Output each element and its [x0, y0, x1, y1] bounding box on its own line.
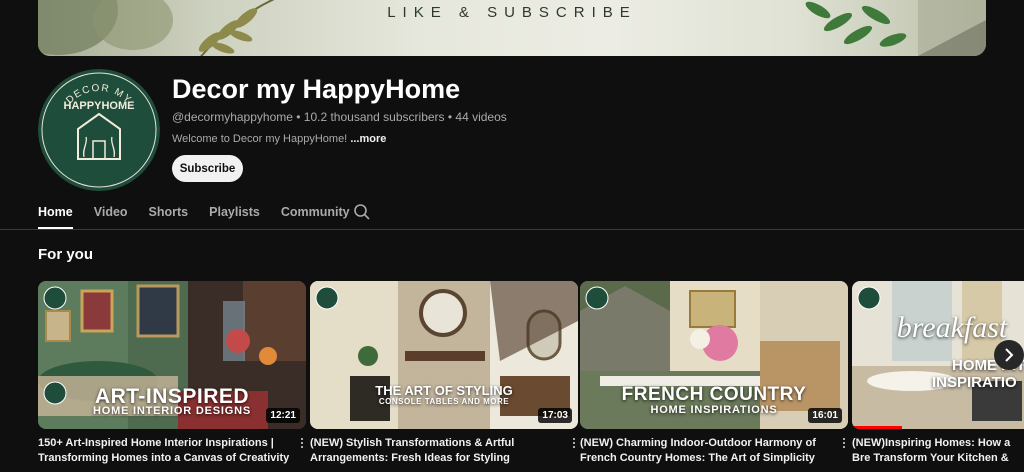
thumbnail-headline: breakfast: [896, 311, 1008, 344]
more-options-icon[interactable]: [570, 436, 578, 450]
more-link[interactable]: ...more: [350, 133, 386, 145]
more-options-icon[interactable]: [298, 436, 306, 450]
channel-name: Decor my HappyHome: [172, 74, 461, 104]
video-card[interactable]: breakfast HOME INT INSPIRATIO (NEW)Inspi…: [852, 281, 1024, 467]
channel-avatar[interactable]: DECOR MY HAPPYHOME: [38, 69, 160, 191]
carousel-next-button[interactable]: [994, 340, 1024, 370]
video-card[interactable]: ART-INSPIRED HOME INTERIOR DESIGNS 12:21…: [38, 281, 306, 467]
video-duration: 16:01: [808, 408, 842, 423]
more-options-icon[interactable]: [840, 436, 848, 450]
video-duration: 17:03: [538, 408, 572, 423]
thumbnail-subheadline: CONSOLE TABLES AND MORE: [378, 397, 510, 406]
video-thumbnail[interactable]: THE ART OF STYLING CONSOLE TABLES AND MO…: [310, 281, 578, 429]
thumbnail-headline: FRENCH COUNTRY: [621, 384, 807, 405]
svg-text:HAPPYHOME: HAPPYHOME: [64, 100, 135, 112]
video-duration: 12:21: [266, 408, 300, 423]
video-thumbnail[interactable]: ART-INSPIRED HOME INTERIOR DESIGNS 12:21: [38, 281, 306, 429]
tab-home[interactable]: Home: [38, 199, 73, 229]
channel-description[interactable]: Welcome to Decor my HappyHome! ...more: [172, 133, 386, 145]
chevron-right-icon: [1005, 348, 1014, 362]
banner-text: LIKE & SUBSCRIBE: [387, 4, 637, 21]
tab-playlists[interactable]: Playlists: [209, 199, 260, 229]
channel-banner: LIKE & SUBSCRIBE: [38, 0, 986, 56]
video-card[interactable]: FRENCH COUNTRY HOME INSPIRATIONS 16:01 (…: [580, 281, 848, 467]
section-title: For you: [38, 246, 93, 263]
video-title[interactable]: (NEW) Stylish Transformations & Artful A…: [310, 436, 562, 467]
watch-progress-bar: [852, 426, 902, 429]
video-thumbnail[interactable]: FRENCH COUNTRY HOME INSPIRATIONS 16:01: [580, 281, 848, 429]
tab-community[interactable]: Community: [281, 199, 350, 229]
video-title[interactable]: 150+ Art-Inspired Home Interior Inspirat…: [38, 436, 290, 467]
video-card[interactable]: THE ART OF STYLING CONSOLE TABLES AND MO…: [310, 281, 578, 467]
thumbnail-subheadline-2: INSPIRATIO: [932, 374, 1017, 391]
video-title[interactable]: (NEW)Inspiring Homes: How a Bre Transfor…: [852, 436, 1024, 467]
tab-video[interactable]: Video: [94, 199, 128, 229]
tabs-divider: [0, 229, 1024, 230]
thumbnail-headline: THE ART OF STYLING: [375, 383, 513, 398]
tab-shorts[interactable]: Shorts: [149, 199, 189, 229]
video-title[interactable]: (NEW) Charming Indoor-Outdoor Harmony of…: [580, 436, 832, 467]
channel-description-text: Welcome to Decor my HappyHome!: [172, 133, 348, 145]
channel-meta: @decormyhappyhome • 10.2 thousand subscr…: [172, 110, 507, 124]
search-icon[interactable]: [353, 203, 371, 221]
channel-tabs: Home Video Shorts Playlists Community: [38, 199, 371, 229]
subscribe-button[interactable]: Subscribe: [172, 155, 243, 182]
